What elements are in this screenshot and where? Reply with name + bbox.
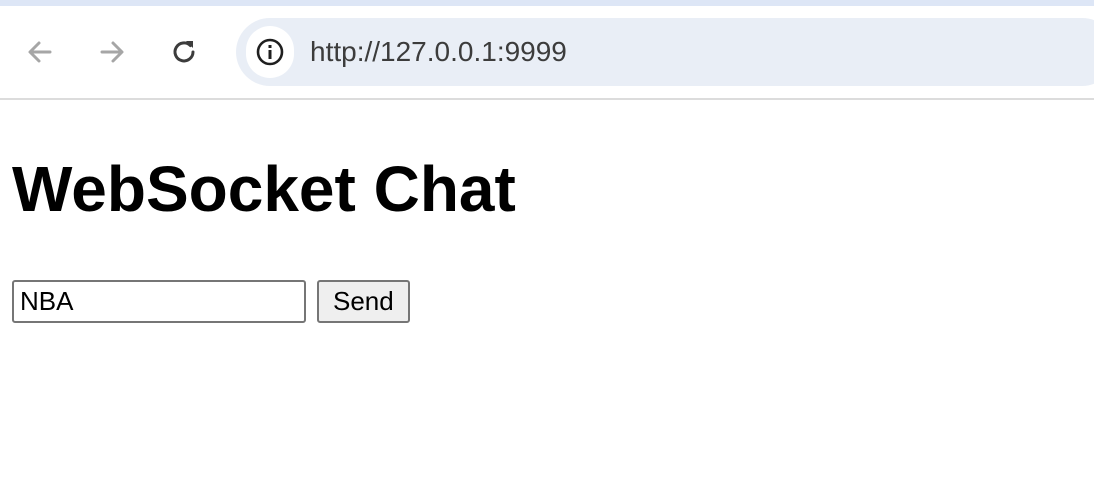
url-text[interactable]: http://127.0.0.1:9999: [310, 36, 567, 68]
send-button[interactable]: Send: [317, 280, 410, 323]
forward-arrow-icon: [100, 41, 124, 63]
reload-button[interactable]: [164, 32, 204, 72]
back-arrow-icon: [28, 41, 52, 63]
site-info-button[interactable]: [246, 26, 294, 78]
address-bar[interactable]: http://127.0.0.1:9999: [236, 18, 1094, 86]
browser-toolbar: http://127.0.0.1:9999: [0, 6, 1094, 100]
back-button[interactable]: [20, 32, 60, 72]
reload-icon: [173, 41, 195, 63]
message-input[interactable]: [12, 280, 306, 323]
forward-button[interactable]: [92, 32, 132, 72]
page-title: WebSocket Chat: [12, 153, 516, 225]
chat-form: Send: [12, 280, 410, 323]
info-icon: [256, 38, 284, 66]
